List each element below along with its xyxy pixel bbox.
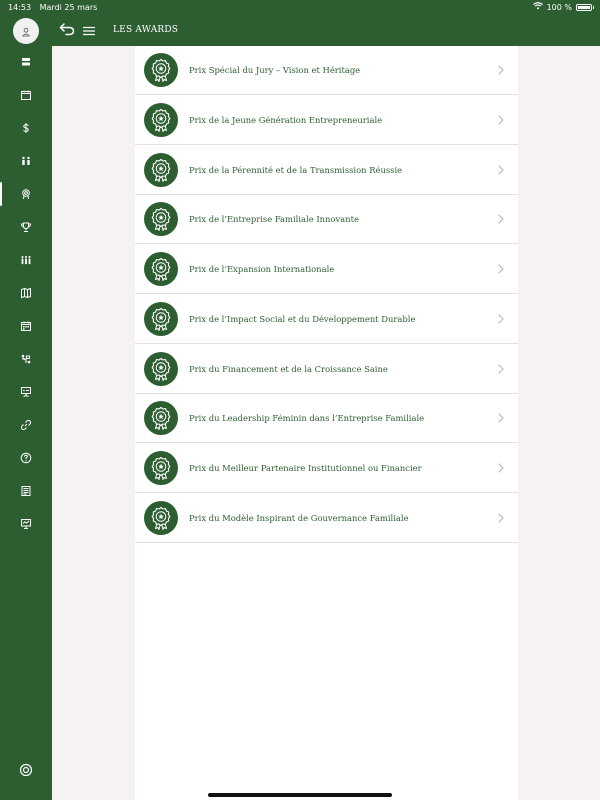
- home-indicator[interactable]: [208, 793, 392, 797]
- battery-percent: 100 %: [546, 2, 572, 12]
- award-label: Prix Spécial du Jury – Vision et Héritag…: [189, 65, 361, 75]
- trophy-icon: [20, 218, 32, 237]
- chevron-right-icon: [496, 513, 506, 523]
- award-medal-icon: [144, 102, 178, 137]
- avatar[interactable]: [13, 18, 39, 44]
- award-medal-icon: [144, 500, 178, 535]
- award-label: Prix du Modèle Inspirant de Gouvernance …: [189, 512, 409, 523]
- map-icon: [20, 284, 32, 303]
- sidebar-item-presentation[interactable]: [17, 383, 35, 401]
- award-medal-icon: [144, 152, 178, 187]
- back-arrow-icon: [59, 21, 75, 40]
- stack-icon: [20, 53, 32, 72]
- sidebar-item-link[interactable]: [17, 416, 35, 434]
- top-bar: LES AWARDS: [52, 14, 600, 46]
- menu-button[interactable]: [81, 22, 97, 38]
- calendar-icon: [20, 86, 32, 105]
- status-time: 14:53: [8, 2, 32, 12]
- sidebar-active-indicator: [0, 182, 2, 206]
- page-title: LES AWARDS: [113, 25, 179, 35]
- document-icon: [20, 482, 32, 501]
- battery-icon: [576, 3, 594, 11]
- people-icon: [20, 152, 32, 171]
- award-row[interactable]: Prix de l’Impact Social et du Développem…: [135, 295, 518, 344]
- hamburger-menu-icon: [82, 21, 96, 40]
- sidebar-item-screen[interactable]: [17, 515, 35, 533]
- user-icon: [21, 22, 31, 41]
- award-icon: [20, 185, 32, 204]
- status-date: Mardi 25 mars: [39, 2, 98, 12]
- sidebar-item-group[interactable]: [17, 251, 35, 269]
- award-medal-icon: [144, 451, 178, 485]
- chevron-right-icon: [496, 214, 506, 224]
- award-row[interactable]: Prix de l’Expansion Internationale: [135, 245, 518, 294]
- chevron-right-icon: [496, 314, 506, 324]
- award-medal-icon: [144, 301, 178, 336]
- award-row[interactable]: Prix de la Pérennité et de la Transmissi…: [135, 146, 518, 195]
- award-row[interactable]: Prix Spécial du Jury – Vision et Héritag…: [135, 46, 518, 95]
- presentation-icon: [20, 383, 32, 402]
- calendar-grid-icon: [20, 317, 32, 336]
- wifi-icon: [532, 2, 543, 12]
- award-label: Prix du Leadership Féminin dans l’Entrep…: [189, 413, 425, 424]
- sidebar-item-dollar[interactable]: [17, 119, 35, 137]
- sidebar-item-calendar[interactable]: [17, 86, 35, 104]
- back-button[interactable]: [57, 20, 77, 40]
- sidebar-item-map[interactable]: [17, 284, 35, 302]
- chevron-right-icon: [496, 264, 506, 274]
- logout-button[interactable]: [17, 762, 35, 780]
- award-row[interactable]: Prix du Financement et de la Croissance …: [135, 345, 518, 394]
- sidebar-item-help[interactable]: [17, 449, 35, 467]
- sidebar-item-people[interactable]: [17, 152, 35, 170]
- award-medal-icon: [144, 252, 178, 286]
- sidebar-item-document[interactable]: [17, 482, 35, 500]
- chevron-right-icon: [496, 413, 506, 423]
- sidebar: [0, 14, 52, 800]
- award-medal-icon: [144, 53, 178, 87]
- sidebar-item-network[interactable]: [17, 350, 35, 368]
- chevron-right-icon: [496, 65, 506, 75]
- award-label: Prix du Financement et de la Croissance …: [189, 363, 388, 374]
- group-icon: [20, 251, 32, 270]
- dollar-icon: [20, 119, 32, 138]
- award-medal-icon: [144, 351, 178, 386]
- award-label: Prix de l’Impact Social et du Développem…: [189, 313, 416, 324]
- chevron-right-icon: [496, 164, 506, 175]
- chevron-right-icon: [496, 115, 506, 125]
- sidebar-item-trophy[interactable]: [17, 218, 35, 236]
- award-label: Prix de l’Entreprise Familiale Innovante: [189, 214, 359, 225]
- award-row[interactable]: Prix de l’Entreprise Familiale Innovante: [135, 195, 518, 245]
- sidebar-item-calendar-grid[interactable]: [17, 317, 35, 335]
- award-row[interactable]: Prix du Modèle Inspirant de Gouvernance …: [135, 494, 518, 543]
- award-label: Prix de l’Expansion Internationale: [189, 264, 335, 274]
- award-row[interactable]: Prix de la Jeune Génération Entrepreneur…: [135, 96, 518, 145]
- network-icon: [20, 350, 32, 369]
- battery-fill: [578, 5, 590, 9]
- status-left: 14:53 Mardi 25 mars: [8, 3, 103, 12]
- power-icon: [19, 762, 33, 781]
- award-row[interactable]: Prix du Leadership Féminin dans l’Entrep…: [135, 394, 518, 444]
- sidebar-item-stack[interactable]: [17, 53, 35, 71]
- status-right: 100 %: [532, 2, 594, 12]
- award-label: Prix du Meilleur Partenaire Institutionn…: [189, 463, 422, 473]
- link-icon: [20, 416, 32, 435]
- awards-list: Prix Spécial du Jury – Vision et Héritag…: [135, 46, 518, 800]
- sidebar-item-award[interactable]: [17, 185, 35, 203]
- award-medal-icon: [144, 401, 178, 436]
- award-label: Prix de la Jeune Génération Entrepreneur…: [189, 114, 383, 125]
- screen-icon: [20, 515, 32, 534]
- chevron-right-icon: [496, 463, 506, 473]
- help-icon: [20, 449, 32, 468]
- award-label: Prix de la Pérennité et de la Transmissi…: [189, 164, 403, 175]
- award-row[interactable]: Prix du Meilleur Partenaire Institutionn…: [135, 444, 518, 493]
- award-medal-icon: [144, 202, 178, 237]
- status-bar: 14:53 Mardi 25 mars 100 %: [0, 0, 600, 14]
- chevron-right-icon: [496, 363, 506, 374]
